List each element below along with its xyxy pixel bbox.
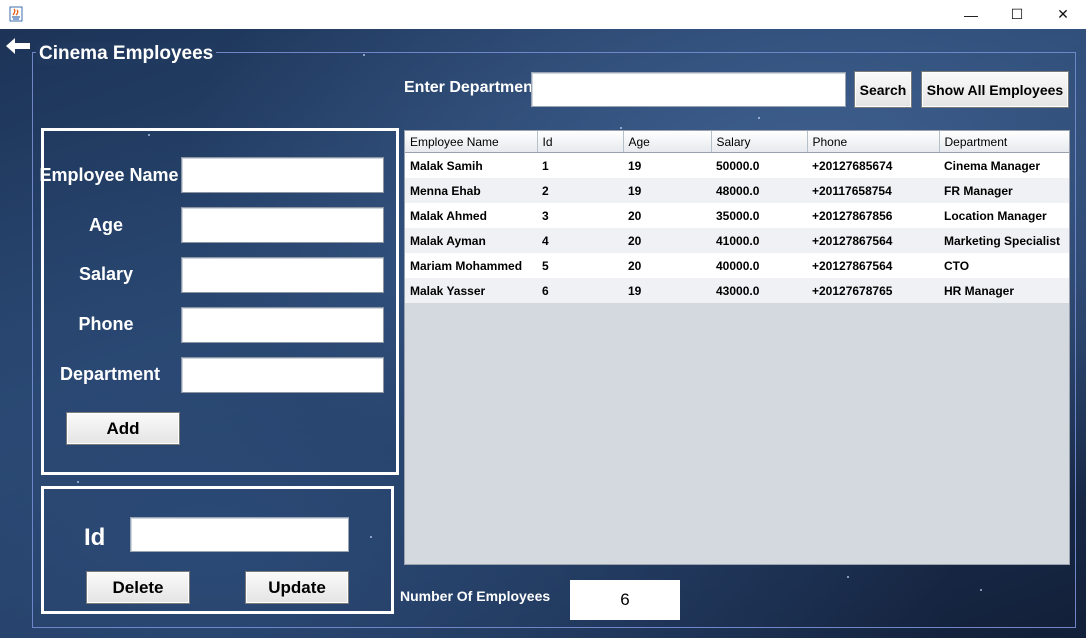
table-cell: 35000.0 — [711, 203, 807, 228]
column-header[interactable]: Department — [939, 131, 1069, 153]
maximize-icon: ☐ — [1010, 6, 1024, 22]
column-header[interactable]: Id — [537, 131, 624, 153]
table-header-row: Employee Name Id Age Salary Phone Depart… — [405, 131, 1069, 153]
column-header[interactable]: Phone — [807, 131, 940, 153]
table-row[interactable]: Malak Ahmed 3 20 35000.0 +20127867856 Lo… — [405, 203, 1069, 228]
table-row[interactable]: Malak Yasser 6 19 43000.0 +20127678765 H… — [405, 278, 1069, 303]
employees-table[interactable]: Employee Name Id Age Salary Phone Depart… — [404, 130, 1070, 565]
table-cell: 19 — [623, 152, 711, 178]
table-cell: Malak Yasser — [405, 278, 537, 303]
add-button[interactable]: Add — [66, 412, 180, 445]
salary-field[interactable] — [181, 257, 384, 293]
close-icon: ✕ — [1057, 6, 1069, 22]
show-all-employees-button[interactable]: Show All Employees — [921, 71, 1069, 108]
minimize-icon: — — [964, 6, 978, 23]
table-cell: Malak Samih — [405, 152, 537, 178]
table-cell: Cinema Manager — [939, 152, 1069, 178]
table-cell: HR Manager — [939, 278, 1069, 303]
table-cell: 19 — [623, 278, 711, 303]
table-cell: 50000.0 — [711, 152, 807, 178]
employee-count-label: Number Of Employees — [400, 588, 551, 604]
age-label: Age — [88, 215, 123, 235]
table-cell: Menna Ehab — [405, 178, 537, 203]
column-header[interactable]: Salary — [711, 131, 808, 153]
table-cell: 2 — [537, 178, 623, 203]
column-header[interactable]: Age — [623, 131, 712, 153]
employee-name-label: Employee Name — [39, 165, 179, 185]
table-cell: 40000.0 — [711, 253, 807, 278]
table-row[interactable]: Malak Ayman 4 20 41000.0 +20127867564 Ma… — [405, 228, 1069, 253]
phone-label: Phone — [78, 314, 134, 334]
phone-field[interactable] — [181, 307, 384, 343]
table-cell: 5 — [537, 253, 623, 278]
column-header[interactable]: Employee Name — [405, 131, 538, 153]
department-label: Department — [59, 364, 161, 384]
search-button[interactable]: Search — [854, 71, 912, 108]
java-app-icon — [9, 6, 23, 22]
table-cell: +20127867856 — [807, 203, 939, 228]
table-cell: 1 — [537, 152, 623, 178]
table-row[interactable]: Mariam Mohammed 5 20 40000.0 +2012786756… — [405, 253, 1069, 278]
employee-count-value: 6 — [570, 580, 680, 620]
table-row[interactable]: Malak Samih 1 19 50000.0 +20127685674 Ci… — [405, 152, 1069, 178]
age-field[interactable] — [181, 207, 384, 243]
table-cell: Malak Ayman — [405, 228, 537, 253]
back-arrow-icon[interactable] — [4, 36, 32, 56]
table-cell: +20127867564 — [807, 228, 939, 253]
panel-title: Cinema Employees — [36, 43, 217, 65]
table-cell: 20 — [623, 253, 711, 278]
table-cell: 19 — [623, 178, 711, 203]
id-field[interactable] — [130, 517, 349, 552]
table-cell: Marketing Specialist — [939, 228, 1069, 253]
table-cell: 41000.0 — [711, 228, 807, 253]
id-label: Id — [84, 524, 106, 551]
main-panel: Cinema Employees Enter Department Search… — [0, 29, 1086, 638]
table-cell: 3 — [537, 203, 623, 228]
table-row[interactable]: Menna Ehab 2 19 48000.0 +20117658754 FR … — [405, 178, 1069, 203]
table-cell: Malak Ahmed — [405, 203, 537, 228]
table-cell: 6 — [537, 278, 623, 303]
table-cell: 20 — [623, 203, 711, 228]
title-bar: — ☐ ✕ — [0, 0, 1086, 29]
department-search-input[interactable] — [531, 72, 846, 107]
delete-button[interactable]: Delete — [86, 571, 190, 604]
table-cell: +20117658754 — [807, 178, 939, 203]
table-cell: Location Manager — [939, 203, 1069, 228]
close-button[interactable]: ✕ — [1040, 0, 1086, 29]
salary-label: Salary — [78, 264, 134, 284]
table-cell: CTO — [939, 253, 1069, 278]
employee-name-field[interactable] — [181, 157, 384, 193]
table-cell: +20127678765 — [807, 278, 939, 303]
minimize-button[interactable]: — — [948, 0, 994, 29]
table-cell: 4 — [537, 228, 623, 253]
table-cell: FR Manager — [939, 178, 1069, 203]
table-cell: Mariam Mohammed — [405, 253, 537, 278]
table-cell: +20127867564 — [807, 253, 939, 278]
table-cell: 48000.0 — [711, 178, 807, 203]
update-button[interactable]: Update — [245, 571, 349, 604]
department-field[interactable] — [181, 357, 384, 393]
table-cell: 20 — [623, 228, 711, 253]
table-cell: 43000.0 — [711, 278, 807, 303]
table-cell: +20127685674 — [807, 152, 939, 178]
maximize-button[interactable]: ☐ — [994, 0, 1040, 29]
department-search-label: Enter Department — [404, 79, 539, 96]
